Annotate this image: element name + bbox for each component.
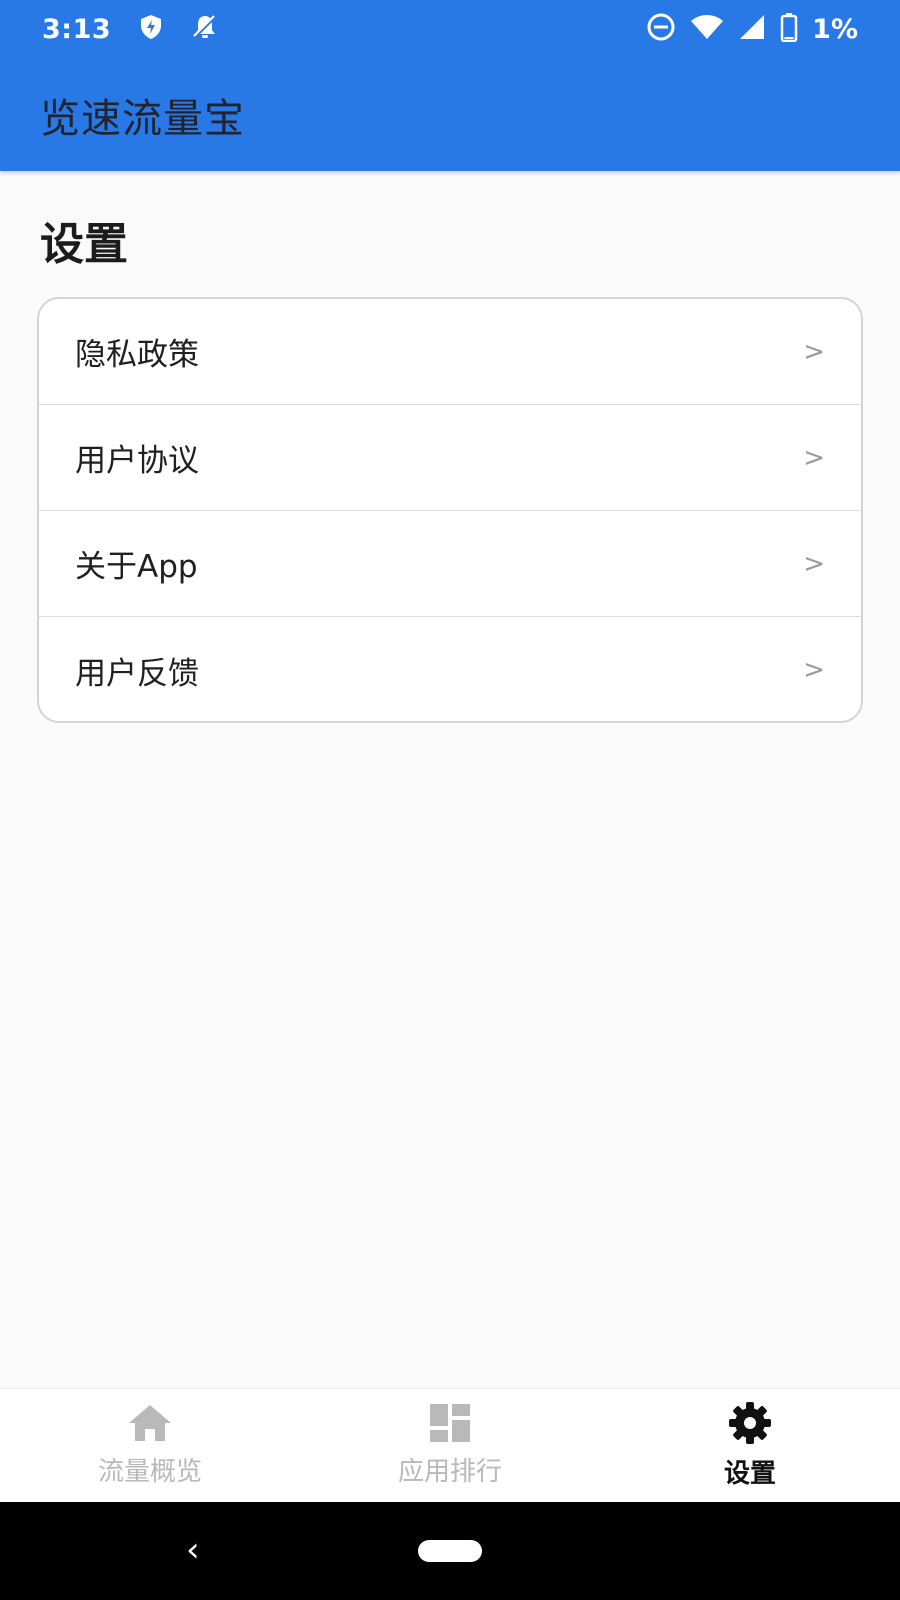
back-icon[interactable]: ‹ xyxy=(186,1530,200,1570)
do-not-disturb-icon xyxy=(646,12,676,46)
nav-label: 流量概览 xyxy=(97,1457,202,1487)
settings-item-label: 用户协议 xyxy=(75,443,199,479)
chevron-right-icon: > xyxy=(803,655,825,685)
settings-list: 隐私政策 > 用户协议 > 关于App > 用户反馈 > xyxy=(37,297,863,723)
chevron-right-icon: > xyxy=(803,336,825,367)
settings-item-label: 隐私政策 xyxy=(75,337,199,373)
status-time: 3:13 xyxy=(42,13,112,45)
settings-item-about-app[interactable]: 关于App > xyxy=(39,511,861,617)
gear-icon xyxy=(728,1401,772,1449)
home-pill[interactable] xyxy=(418,1540,482,1562)
dashboard-icon xyxy=(429,1403,471,1447)
shield-icon xyxy=(139,14,163,44)
chevron-right-icon: > xyxy=(803,442,825,473)
app-bar: 览速流量宝 xyxy=(0,58,900,171)
status-bar: 3:13 1% xyxy=(0,0,900,58)
nav-label: 设置 xyxy=(723,1459,776,1489)
battery-icon xyxy=(780,12,798,46)
status-right: 1% xyxy=(646,12,858,46)
page-title: 设置 xyxy=(40,219,128,270)
settings-item-label: 用户反馈 xyxy=(75,655,199,692)
settings-item-privacy-policy[interactable]: 隐私政策 > xyxy=(39,299,861,405)
nav-item-traffic-overview[interactable]: 流量概览 xyxy=(0,1389,300,1502)
nav-item-settings[interactable]: 设置 xyxy=(600,1389,900,1502)
chevron-right-icon: > xyxy=(803,548,825,579)
nav-item-app-ranking[interactable]: 应用排行 xyxy=(300,1389,600,1502)
signal-icon xyxy=(738,13,766,45)
status-left: 3:13 xyxy=(42,13,219,45)
wifi-icon xyxy=(690,13,724,45)
system-navigation-bar: ‹ xyxy=(0,1502,900,1600)
battery-percent: 1% xyxy=(812,13,858,45)
nav-label: 应用排行 xyxy=(397,1457,502,1487)
notifications-off-icon xyxy=(191,13,219,45)
settings-item-user-feedback[interactable]: 用户反馈 > xyxy=(39,617,861,721)
app-title: 览速流量宝 xyxy=(40,95,245,142)
home-icon xyxy=(127,1403,173,1447)
settings-item-user-agreement[interactable]: 用户协议 > xyxy=(39,405,861,511)
settings-item-label: 关于App xyxy=(75,549,198,585)
bottom-nav: 流量概览 应用排行 设置 xyxy=(0,1388,900,1502)
